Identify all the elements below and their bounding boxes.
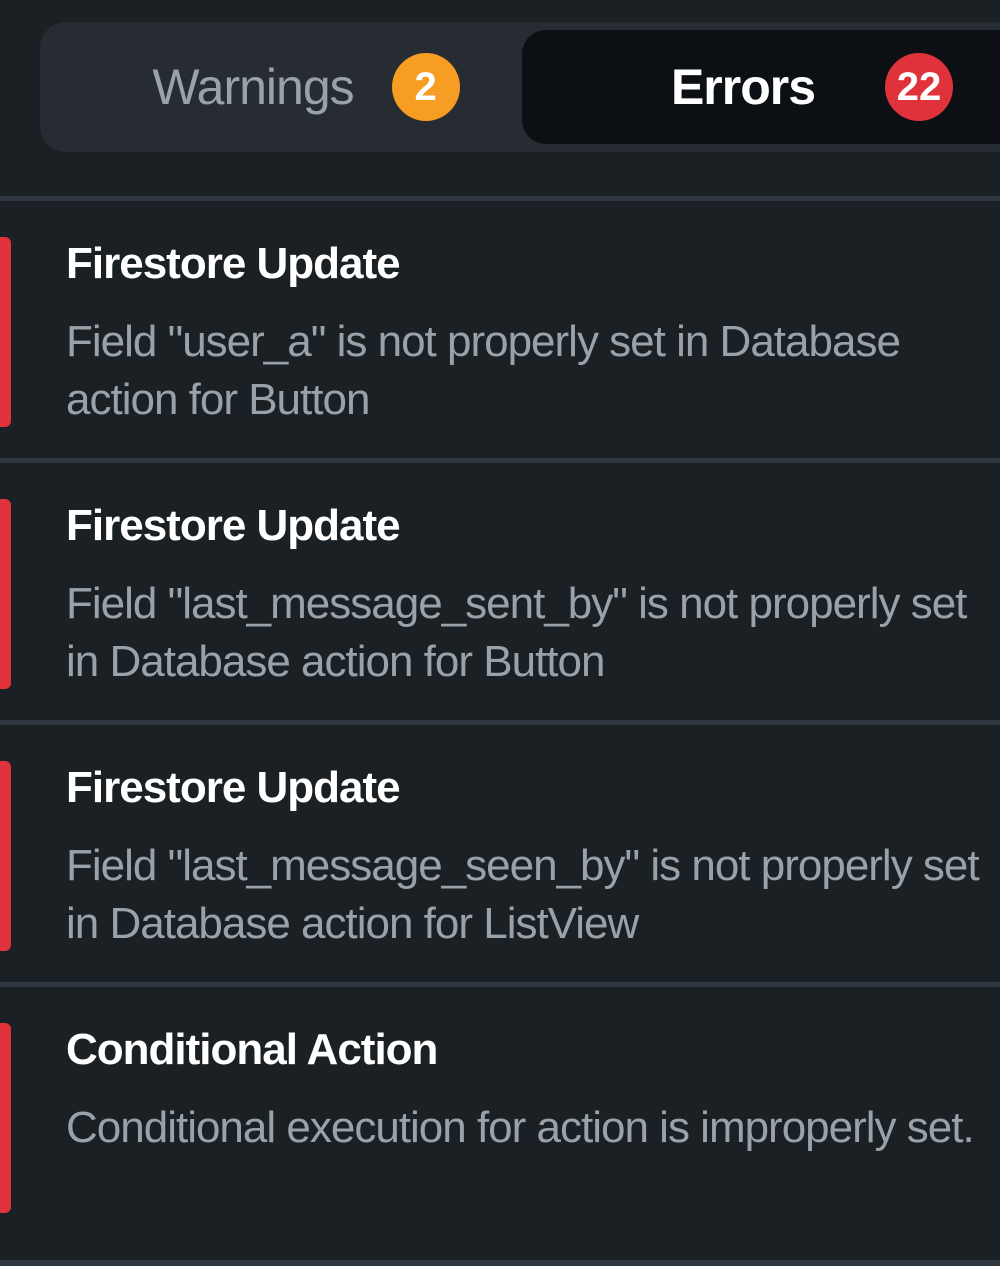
error-title: Firestore Update [66,501,401,550]
error-item[interactable]: Firestore Update Field "user_a" is not p… [0,196,1000,458]
tab-errors[interactable]: Errors 22 [522,30,1000,144]
tab-warnings-label: Warnings [152,59,354,115]
list-divider [0,1260,1000,1266]
error-description: Field "last_message_seen_by" is not prop… [66,841,980,948]
issues-tab-bar: Warnings 2 Errors 22 [0,0,1000,196]
errors-count-badge: 22 [885,53,954,121]
error-title: Conditional Action [66,1025,438,1074]
warnings-count-badge: 2 [391,53,460,121]
error-list: Firestore Update Field "user_a" is not p… [0,196,1000,1244]
error-severity-bar [0,237,11,427]
error-item[interactable]: Firestore Update Field "last_message_see… [0,720,1000,982]
tab-group: Warnings 2 Errors 22 [40,22,1000,152]
error-item[interactable]: Firestore Update Field "last_message_sen… [0,458,1000,720]
error-severity-bar [0,1023,11,1213]
error-description: Conditional execution for action is impr… [66,1103,975,1152]
error-title: Firestore Update [66,763,401,812]
tab-warnings[interactable]: Warnings 2 [40,30,516,144]
error-severity-bar [0,761,11,951]
error-description: Field "last_message_sent_by" is not prop… [66,579,967,686]
issues-panel: Warnings 2 Errors 22 Firestore Update Fi… [0,0,1000,1266]
error-item[interactable]: Conditional Action Conditional execution… [0,982,1000,1244]
tab-errors-label: Errors [670,59,816,115]
error-severity-bar [0,499,11,689]
error-title: Firestore Update [66,239,401,288]
error-description: Field "user_a" is not properly set in Da… [66,317,901,424]
